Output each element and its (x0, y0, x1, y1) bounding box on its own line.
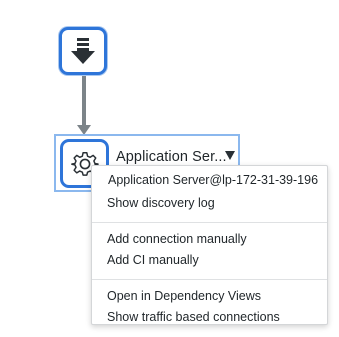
ci-node-label[interactable]: Application Ser... (116, 149, 227, 165)
caret-down-icon[interactable] (225, 151, 235, 160)
ci-context-menu: Application Server@lp-172-31-39-196 Show… (91, 165, 328, 325)
menu-item-add-ci-manually[interactable]: Add CI manually (92, 250, 327, 271)
connection-line (82, 76, 86, 128)
menu-item-show-traffic-based-connections[interactable]: Show traffic based connections (92, 307, 327, 328)
menu-item-open-in-dependency-views[interactable]: Open in Dependency Views (92, 286, 327, 307)
download-arrow-icon (71, 38, 95, 64)
menu-item-add-connection-manually[interactable]: Add connection manually (92, 229, 327, 250)
menu-divider (92, 222, 327, 223)
entry-point-node[interactable] (59, 27, 107, 75)
menu-item-show-discovery-log[interactable]: Show discovery log (92, 193, 327, 214)
menu-header-ci-name: Application Server@lp-172-31-39-196 (108, 173, 319, 187)
menu-divider (92, 279, 327, 280)
